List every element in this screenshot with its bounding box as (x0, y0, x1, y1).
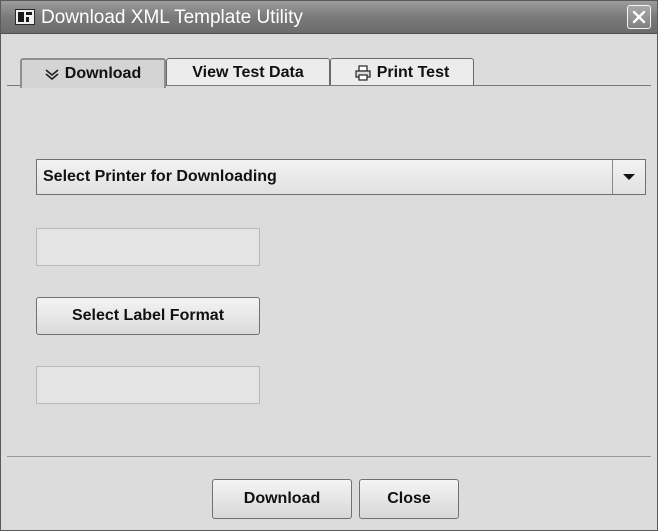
dropdown-arrow-icon[interactable] (622, 173, 636, 181)
tab-download-label: Download (64, 65, 142, 82)
combo-divider (612, 160, 613, 194)
tab-print-test-label: Print Test (376, 63, 450, 81)
chevron-down-icon (45, 69, 59, 80)
download-button[interactable]: Download (212, 479, 352, 519)
app-window: Download XML Template Utility Download V… (0, 0, 658, 531)
tab-view-test-data-label: View Test Data (192, 63, 304, 81)
window-title: Download XML Template Utility (41, 7, 303, 28)
tab-print-test[interactable]: Print Test (330, 58, 474, 86)
footer-divider (7, 456, 651, 457)
close-icon (632, 10, 646, 24)
tab-strip: Download View Test Data Print Test (1, 34, 657, 88)
download-panel: Select Printer for Downloading Select La… (7, 86, 651, 456)
title-bar[interactable]: Download XML Template Utility (1, 1, 657, 34)
tab-view-test-data[interactable]: View Test Data (166, 58, 330, 86)
printer-field (36, 228, 260, 266)
printer-select[interactable]: Select Printer for Downloading (36, 159, 646, 195)
printer-select-value: Select Printer for Downloading (43, 168, 277, 185)
label-format-field (36, 366, 260, 404)
printer-icon (355, 64, 371, 81)
select-label-format-button[interactable]: Select Label Format (36, 297, 260, 335)
app-icon (15, 9, 35, 25)
tab-download[interactable]: Download (20, 58, 166, 88)
close-window-button[interactable] (627, 5, 651, 29)
close-button[interactable]: Close (359, 479, 459, 519)
